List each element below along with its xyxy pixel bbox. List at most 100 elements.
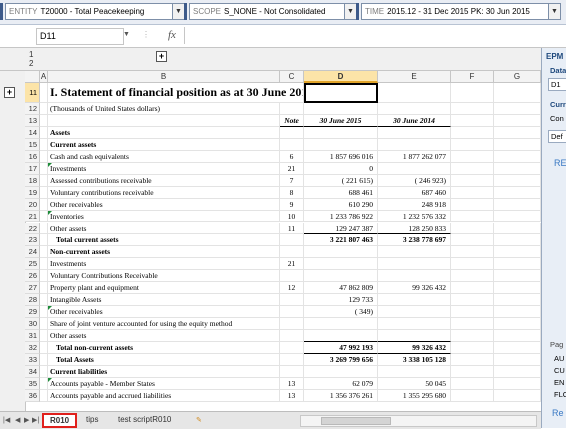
scope-selector[interactable]: SCOPE S_NONE - Not Consolidated ▼ <box>189 3 357 20</box>
cell-c[interactable] <box>280 342 304 354</box>
cell-b[interactable]: Non-current assets <box>48 246 280 259</box>
cell-c[interactable]: 21 <box>280 258 304 271</box>
cell-e[interactable] <box>378 270 451 283</box>
cell-g[interactable] <box>494 83 541 103</box>
cell-e[interactable]: 687 460 <box>378 186 451 199</box>
cell-e[interactable] <box>378 83 451 103</box>
time-selector[interactable]: TIME 2015.12 - 31 Dec 2015 PK: 30 Jun 20… <box>361 3 561 20</box>
cell-d[interactable] <box>304 246 378 259</box>
cell-c[interactable]: Note <box>280 114 304 127</box>
row-header[interactable]: 21 <box>25 210 40 223</box>
cell-d[interactable]: 688 461 <box>304 186 378 199</box>
cell-e[interactable]: 3 238 778 697 <box>378 234 451 247</box>
cell-f[interactable] <box>451 103 494 115</box>
pane-item[interactable]: EN <box>554 378 564 387</box>
cell-d[interactable] <box>304 138 378 151</box>
cell-b[interactable]: I. Statement of financial position as at… <box>48 83 313 103</box>
cell-a[interactable] <box>40 258 48 271</box>
cell-c[interactable] <box>280 270 304 283</box>
row-header[interactable]: 26 <box>25 270 40 283</box>
name-box[interactable]: D11 <box>36 28 124 45</box>
row-header[interactable]: 20 <box>25 198 40 211</box>
cell-f[interactable] <box>451 353 494 366</box>
cell-d[interactable] <box>304 258 378 271</box>
cell-g[interactable] <box>494 114 541 127</box>
cell-c[interactable]: 7 <box>280 174 304 187</box>
cell-c[interactable]: 9 <box>280 198 304 211</box>
cell-b[interactable]: Other assets <box>48 222 280 235</box>
cell-g[interactable] <box>494 138 541 151</box>
cell-d[interactable]: ( 221 615) <box>304 174 378 187</box>
scope-field[interactable]: SCOPE S_NONE - Not Consolidated <box>189 3 345 20</box>
cell-f[interactable] <box>451 270 494 283</box>
cell-e[interactable]: 50 045 <box>378 377 451 390</box>
cell-b[interactable]: Property plant and equipment <box>48 282 280 295</box>
row-header[interactable]: 15 <box>25 138 40 151</box>
cell-a[interactable] <box>40 186 48 199</box>
cell-a[interactable] <box>40 234 48 247</box>
insert-function-icon[interactable]: fx <box>168 29 176 41</box>
column-header-a[interactable]: A <box>40 71 48 83</box>
cell-f[interactable] <box>451 222 494 235</box>
column-header-d[interactable]: D <box>304 71 378 83</box>
cell-a[interactable] <box>40 282 48 295</box>
cell-c[interactable]: 21 <box>280 162 304 175</box>
row-expand-icon[interactable]: + <box>4 87 15 98</box>
cell-a[interactable] <box>40 174 48 187</box>
row-header[interactable]: 16 <box>25 150 40 163</box>
time-dropdown-icon[interactable]: ▼ <box>549 3 561 20</box>
cell-e[interactable] <box>378 103 451 115</box>
cell-e[interactable]: 128 250 833 <box>378 222 451 235</box>
cell-g[interactable] <box>494 377 541 390</box>
cell-b[interactable]: Investments <box>48 162 280 175</box>
cell-a[interactable] <box>40 210 48 223</box>
cell-g[interactable] <box>494 306 541 319</box>
cell-d[interactable]: 3 221 807 463 <box>304 234 378 247</box>
cell-d[interactable] <box>304 126 378 139</box>
cell-b[interactable]: Other receivables <box>48 306 280 319</box>
cell-f[interactable] <box>451 318 494 331</box>
row-header[interactable]: 29 <box>25 306 40 319</box>
column-outline-level-2[interactable]: 2 <box>29 59 33 68</box>
cell-g[interactable] <box>494 210 541 223</box>
cell-b[interactable]: (Thousands of United States dollars) <box>48 103 280 115</box>
row-header[interactable]: 17 <box>25 162 40 175</box>
cell-f[interactable] <box>451 306 494 319</box>
row-header[interactable]: 23 <box>25 234 40 247</box>
cell-d[interactable] <box>304 270 378 283</box>
cell-a[interactable] <box>40 353 48 366</box>
cell-f[interactable] <box>451 377 494 390</box>
selected-cell-d11[interactable] <box>304 83 378 103</box>
cell-g[interactable] <box>494 282 541 295</box>
first-sheet-icon[interactable]: |◀ <box>3 416 10 424</box>
row-header[interactable]: 18 <box>25 174 40 187</box>
cell-d[interactable]: 1 857 696 016 <box>304 150 378 163</box>
pane-data-field[interactable]: D1 <box>548 78 566 91</box>
cell-b[interactable]: Investments <box>48 258 280 271</box>
pane-item[interactable]: FLO <box>554 390 566 399</box>
cell-g[interactable] <box>494 330 541 342</box>
cell-g[interactable] <box>494 246 541 259</box>
row-header[interactable]: 27 <box>25 282 40 295</box>
cell-a[interactable] <box>40 198 48 211</box>
cell-c[interactable] <box>280 318 304 331</box>
cell-e[interactable]: 3 338 105 128 <box>378 353 451 366</box>
cell-f[interactable] <box>451 294 494 307</box>
cell-g[interactable] <box>494 234 541 247</box>
cell-g[interactable] <box>494 318 541 331</box>
row-header[interactable]: 32 <box>25 342 40 354</box>
cell-b[interactable]: Total current assets <box>48 234 280 247</box>
spreadsheet-grid[interactable]: I. Statement of financial position as at… <box>40 83 541 411</box>
sheet-tab-test-script[interactable]: test scriptR010 <box>112 413 177 426</box>
cell-d[interactable]: 1 233 786 922 <box>304 210 378 223</box>
column-header-g[interactable]: G <box>494 71 541 83</box>
cell-e[interactable]: 1 877 262 077 <box>378 150 451 163</box>
cell-a[interactable] <box>40 294 48 307</box>
cell-g[interactable] <box>494 186 541 199</box>
cell-c[interactable] <box>280 234 304 247</box>
row-header[interactable]: 33 <box>25 353 40 366</box>
pane-item[interactable]: CU <box>554 366 565 375</box>
cell-c[interactable] <box>280 330 304 342</box>
cell-d[interactable] <box>304 330 378 342</box>
sheet-tab-r010[interactable]: R010 <box>42 413 78 428</box>
